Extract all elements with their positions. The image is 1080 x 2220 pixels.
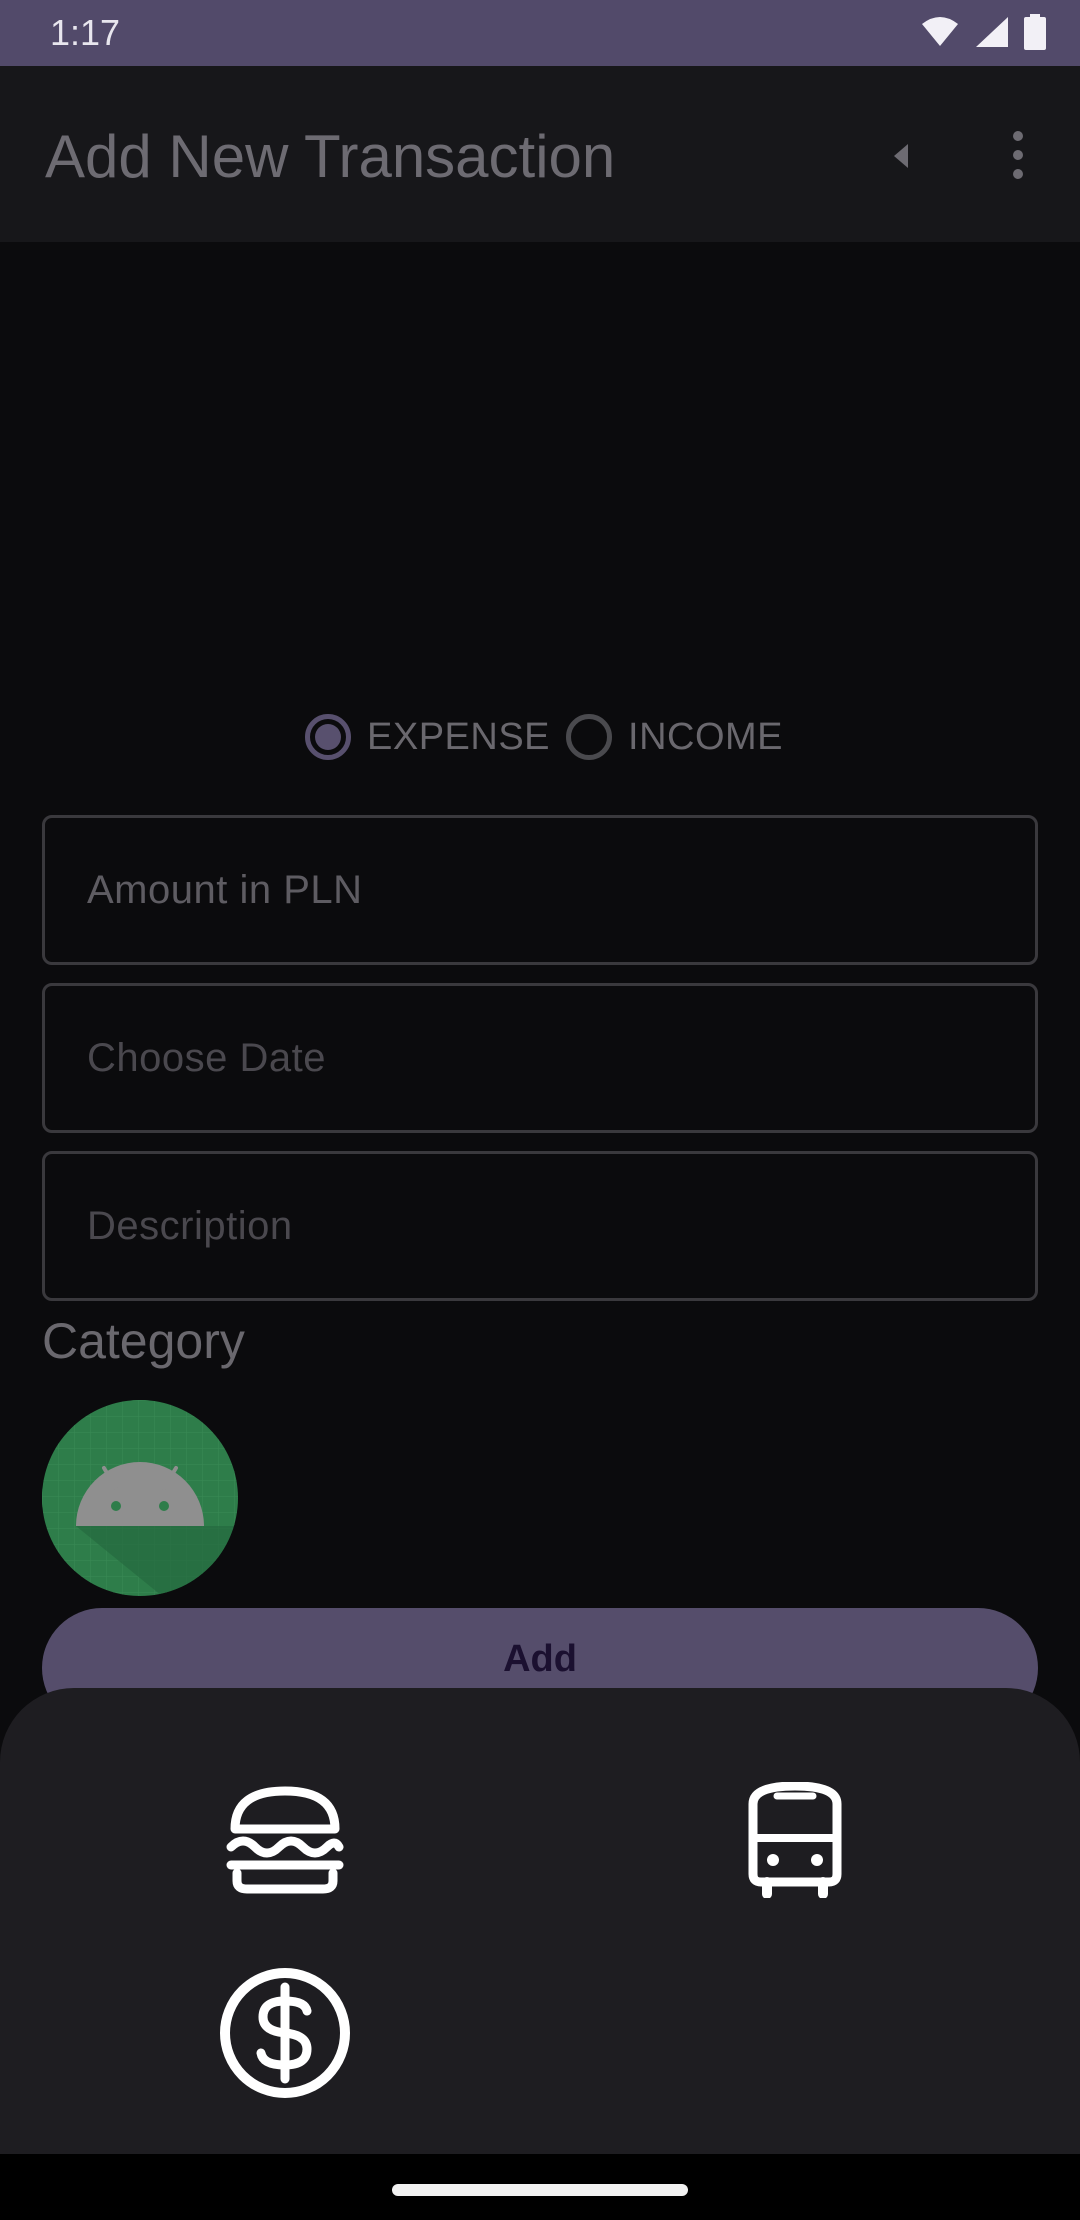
overflow-menu-icon[interactable] bbox=[1002, 128, 1034, 182]
radio-selected-dot bbox=[315, 724, 341, 750]
signal-icon bbox=[976, 17, 1008, 47]
battery-icon bbox=[1024, 14, 1046, 50]
status-time: 1:17 bbox=[50, 12, 121, 53]
date-field-placeholder: Choose Date bbox=[87, 1036, 326, 1080]
category-option-food[interactable] bbox=[205, 1760, 365, 1920]
screen: 1:17 Add New Transaction EXPENSE INCOME … bbox=[0, 0, 1080, 2220]
amount-field-text: Amount in PLN bbox=[87, 868, 363, 912]
category-avatar[interactable] bbox=[42, 1400, 238, 1596]
category-label: Category bbox=[42, 1313, 245, 1369]
back-arrow-icon[interactable] bbox=[886, 136, 916, 176]
app-bar: Add New Transaction bbox=[0, 66, 1080, 242]
amount-field[interactable]: Amount in PLN bbox=[42, 815, 1038, 965]
home-gesture-handle[interactable] bbox=[392, 2184, 688, 2196]
date-field[interactable]: Choose Date bbox=[42, 983, 1038, 1133]
status-icons bbox=[920, 14, 1046, 50]
expense-radio[interactable] bbox=[305, 714, 351, 760]
income-label[interactable]: INCOME bbox=[628, 716, 783, 759]
wifi-icon bbox=[922, 17, 958, 46]
dollar-coin-icon bbox=[220, 1968, 350, 2098]
income-radio[interactable] bbox=[566, 714, 613, 760]
category-option-money[interactable] bbox=[205, 1953, 365, 2113]
category-bottom-sheet bbox=[0, 1688, 1080, 2158]
status-bar: 1:17 bbox=[0, 0, 1080, 66]
page-title: Add New Transaction bbox=[45, 123, 616, 190]
bus-icon bbox=[748, 1782, 842, 1898]
description-field-placeholder: Description bbox=[87, 1204, 293, 1248]
description-field[interactable]: Description bbox=[42, 1151, 1038, 1301]
navigation-bar bbox=[0, 2154, 1080, 2220]
category-option-transport[interactable] bbox=[715, 1760, 875, 1920]
hamburger-icon bbox=[226, 1786, 344, 1894]
transaction-type-group: EXPENSE INCOME bbox=[305, 707, 799, 767]
expense-label[interactable]: EXPENSE bbox=[367, 716, 550, 759]
android-icon bbox=[42, 1400, 238, 1596]
